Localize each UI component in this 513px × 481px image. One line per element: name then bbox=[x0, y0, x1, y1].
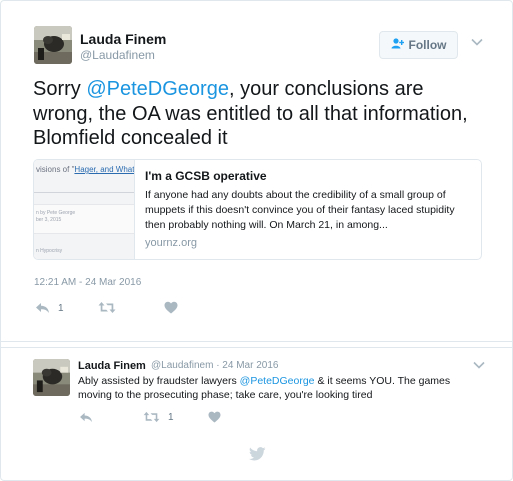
person-plus-icon bbox=[391, 38, 404, 52]
reply-retweet-button[interactable]: 1 bbox=[143, 411, 174, 423]
heart-icon bbox=[164, 301, 178, 314]
user-handle[interactable]: @Laudafinem bbox=[80, 48, 155, 62]
link-preview-card[interactable]: visions of "Hager, and What n by Pete Ge… bbox=[33, 159, 482, 260]
mention-link[interactable]: @PeteDGeorge bbox=[86, 78, 229, 100]
reply-handle-date[interactable]: @Laudafinem · 24 Mar 2016 bbox=[151, 360, 278, 371]
reply-retweet-count: 1 bbox=[168, 411, 174, 423]
reply-display-name[interactable]: Lauda Finem bbox=[78, 360, 146, 372]
link-card-body: I'm a GCSB operative If anyone had any d… bbox=[135, 160, 481, 259]
divider bbox=[1, 347, 512, 348]
tweet-text-start: Sorry bbox=[33, 78, 87, 100]
main-tweet: Lauda Finem @Laudafinem Follow Sorry @Pe… bbox=[1, 1, 512, 341]
retweet-button[interactable] bbox=[98, 301, 124, 314]
reply-text: Ably assisted by fraudster lawyers @Pete… bbox=[78, 374, 478, 402]
follow-label: Follow bbox=[408, 38, 447, 52]
retweet-icon bbox=[98, 301, 116, 314]
thumbnail-footer: n Hypocrisy bbox=[36, 248, 63, 254]
reply-reply-button[interactable] bbox=[79, 412, 101, 423]
thumbnail-byline: n by Pete George bbox=[36, 210, 76, 216]
reply-text-start: Ably assisted by fraudster lawyers bbox=[78, 375, 240, 387]
follow-button[interactable]: Follow bbox=[379, 31, 458, 59]
link-card-description: If anyone had any doubts about the credi… bbox=[145, 189, 455, 231]
like-button[interactable] bbox=[164, 301, 186, 314]
reply-avatar[interactable] bbox=[33, 359, 70, 396]
divider bbox=[1, 341, 512, 342]
link-thumbnail: visions of "Hager, and What n by Pete Ge… bbox=[34, 160, 135, 259]
reply-like-button[interactable] bbox=[208, 411, 229, 423]
twitter-bird-icon[interactable] bbox=[248, 447, 266, 466]
link-card-title: I'm a GCSB operative bbox=[145, 169, 267, 183]
chevron-down-icon[interactable] bbox=[473, 361, 487, 375]
reply-icon bbox=[35, 302, 50, 314]
avatar[interactable] bbox=[34, 26, 72, 64]
link-card-domain: yournz.org bbox=[145, 237, 197, 249]
thumbnail-lines bbox=[34, 192, 134, 201]
mention-link[interactable]: @PeteDGeorge bbox=[240, 375, 315, 387]
retweet-icon bbox=[143, 411, 160, 423]
tweet-text: Sorry @PeteDGeorge, your conclusions are… bbox=[33, 77, 473, 151]
heart-icon bbox=[208, 411, 221, 423]
thumbnail-heading: visions of "Hager, and What bbox=[36, 165, 135, 174]
reply-icon bbox=[79, 412, 93, 423]
reply-button[interactable]: 1 bbox=[35, 302, 64, 314]
display-name[interactable]: Lauda Finem bbox=[80, 31, 166, 47]
thumbnail-date: ber 3, 2015 bbox=[36, 217, 62, 223]
chevron-down-icon[interactable] bbox=[471, 38, 485, 52]
embedded-tweet-card: Lauda Finem @Laudafinem Follow Sorry @Pe… bbox=[0, 0, 513, 481]
tweet-timestamp[interactable]: 12:21 AM - 24 Mar 2016 bbox=[34, 277, 141, 288]
reply-count: 1 bbox=[58, 302, 64, 314]
